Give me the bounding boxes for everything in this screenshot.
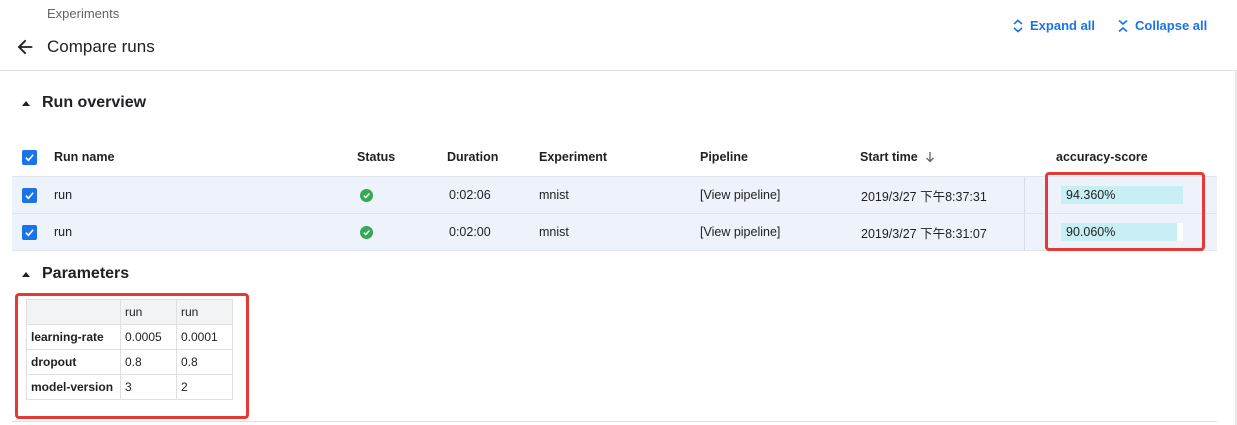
metric-column-divider (1024, 214, 1025, 250)
col-pipeline[interactable]: Pipeline (700, 138, 748, 176)
parameters-toggle[interactable]: Parameters (0, 265, 129, 283)
checkmark-icon (25, 153, 34, 161)
view-pipeline-link[interactable]: [View pipeline] (700, 214, 780, 250)
run-overview-toggle[interactable]: Run overview (0, 94, 146, 112)
status-success-icon (360, 188, 373, 202)
table-header-row: Run name Status Duration Experiment Pipe… (12, 138, 1217, 176)
unfold-more-icon (1013, 18, 1023, 33)
run-overview-title: Run overview (42, 94, 147, 111)
row-checkbox[interactable] (22, 187, 37, 203)
col-status[interactable]: Status (357, 138, 395, 176)
highlight-box-metrics (1045, 172, 1205, 251)
experiment-link[interactable]: mnist (539, 177, 569, 213)
checkmark-icon (25, 191, 34, 199)
parameters-title: Parameters (42, 265, 130, 282)
collapse-all-button[interactable]: Collapse all (1117, 18, 1207, 33)
breadcrumb[interactable]: Experiments (47, 6, 119, 21)
header-divider (0, 70, 1237, 71)
duration-value: 0:02:06 (449, 188, 491, 202)
expand-all-label: Expand all (1030, 18, 1096, 33)
section-divider (12, 421, 1217, 422)
start-time-value: 2019/3/27 下午8:37:31 (861, 189, 987, 204)
start-time-value: 2019/3/27 下午8:31:07 (861, 226, 987, 241)
metric-column-divider (1024, 177, 1025, 213)
highlight-box-parameters (15, 293, 249, 419)
page-title: Compare runs (47, 37, 155, 56)
col-accuracy-score[interactable]: accuracy-score (1056, 138, 1148, 176)
collapse-triangle-icon (22, 100, 30, 106)
runs-table: Run name Status Duration Experiment Pipe… (12, 138, 1217, 251)
view-pipeline-link[interactable]: [View pipeline] (700, 177, 780, 213)
sort-down-icon (925, 152, 934, 163)
select-all-checkbox[interactable] (22, 149, 37, 165)
table-row[interactable]: run 0:02:00 mnist [View pipeline] 2019/3… (12, 213, 1217, 251)
table-row[interactable]: run 0:02:06 mnist [View pipeline] 2019/3… (12, 176, 1217, 213)
back-arrow-icon[interactable] (14, 36, 36, 58)
status-success-icon (360, 225, 373, 239)
collapse-all-label: Collapse all (1135, 18, 1208, 33)
duration-value: 0:02:00 (449, 225, 491, 239)
experiment-link[interactable]: mnist (539, 214, 569, 250)
col-experiment[interactable]: Experiment (539, 138, 607, 176)
collapse-triangle-icon (22, 271, 30, 277)
col-run-name[interactable]: Run name (54, 138, 114, 176)
col-duration[interactable]: Duration (447, 138, 498, 176)
expand-all-button[interactable]: Expand all (1012, 18, 1095, 33)
col-start-time-label: Start time (860, 150, 918, 164)
col-start-time[interactable]: Start time (860, 138, 935, 176)
row-checkbox[interactable] (22, 224, 37, 240)
run-name-link[interactable]: run (54, 214, 72, 250)
run-name-link[interactable]: run (54, 177, 72, 213)
unfold-less-icon (1118, 19, 1128, 32)
checkmark-icon (25, 228, 34, 236)
